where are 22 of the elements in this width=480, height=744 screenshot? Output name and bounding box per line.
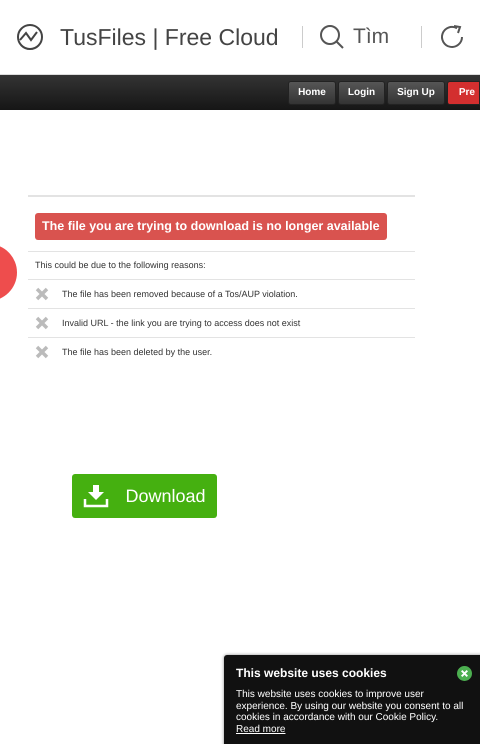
site-icon: [16, 23, 44, 51]
cookie-text: This website uses cookies to improve user experience. By using our website you consent to all cookies in accordance with our Cookie Policy. Read more: [236, 689, 464, 735]
cross-icon: [35, 345, 49, 360]
reason-text: Invalid URL - the link you are trying to access does not exist: [62, 316, 300, 330]
error-banner: The file you are trying to download is no longer available: [35, 213, 387, 240]
reload-icon[interactable]: [438, 23, 466, 51]
nav-button[interactable]: Sign Up: [387, 80, 445, 104]
close-icon[interactable]: [457, 666, 472, 680]
page-title: TusFiles | Free Cloud: [60, 22, 280, 52]
cross-icon: [35, 287, 49, 302]
nav-button[interactable]: Pre: [446, 80, 480, 104]
intro-text: This could be due to the following reasons:: [35, 260, 206, 270]
search-icon: [319, 24, 345, 50]
reason-text: The file has been deleted by the user.: [62, 346, 212, 359]
reason-text: The file has been removed because of a Tos/AUP violation.: [62, 288, 298, 300]
search-button[interactable]: Tìm: [319, 21, 390, 53]
download-icon: [83, 484, 110, 508]
read-more-link[interactable]: Read more: [236, 724, 286, 734]
cross-icon: [35, 316, 49, 330]
nav-button[interactable]: Login: [338, 80, 386, 104]
nav-button[interactable]: Home: [288, 80, 336, 104]
cookie-title: This website uses cookies: [236, 665, 387, 682]
